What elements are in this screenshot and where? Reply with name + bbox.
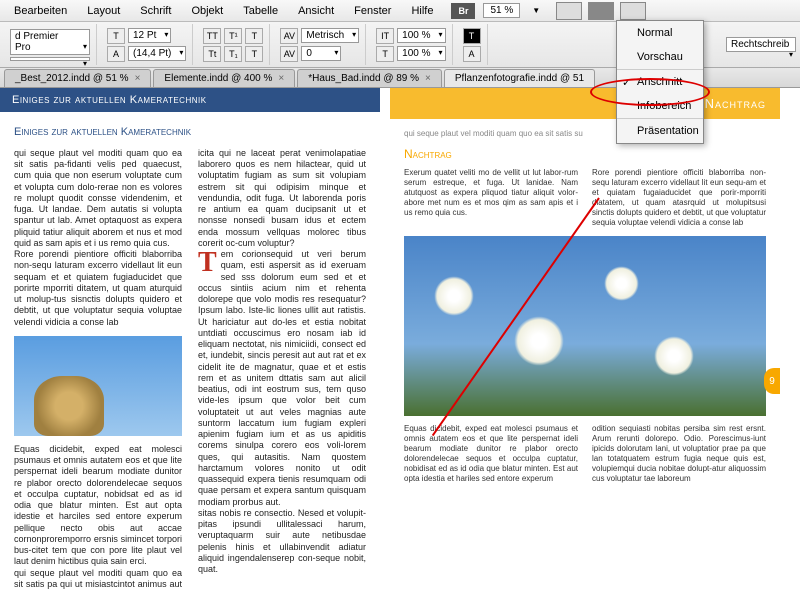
hscale-select[interactable]: 100 % <box>397 46 445 61</box>
baseline-icon: A <box>463 46 481 62</box>
kerning-icon: AV <box>280 28 298 44</box>
strike-button[interactable]: T <box>245 46 263 62</box>
menu-ansicht[interactable]: Ansicht <box>288 5 344 17</box>
menu-objekt[interactable]: Objekt <box>181 5 233 17</box>
vscale-select[interactable]: 100 % <box>397 28 445 43</box>
menu-fenster[interactable]: Fenster <box>344 5 401 17</box>
menu-hilfe[interactable]: Hilfe <box>401 5 443 17</box>
vscale-icon: IT <box>376 28 394 44</box>
kerning-select[interactable]: Metrisch <box>301 28 359 43</box>
body-paragraph: Equas dicidebit, exped eat molesci psuma… <box>14 444 182 568</box>
language-select[interactable]: Rechtschreib <box>726 37 796 52</box>
menu-bearbeiten[interactable]: Bearbeiten <box>4 5 77 17</box>
menu-anschnitt[interactable]: Anschnitt <box>617 70 703 94</box>
font-style-select[interactable] <box>10 57 90 61</box>
menu-tabelle[interactable]: Tabelle <box>233 5 288 17</box>
tab-pflanzen[interactable]: Pflanzenfotografie.indd @ 51 <box>444 69 595 87</box>
section-heading: Einiges zur aktuellen Kameratechnik <box>14 126 366 140</box>
body-paragraph: Tem corionsequid ut veri berum quam, est… <box>198 249 366 508</box>
smallcaps-button[interactable]: Tt <box>203 46 221 62</box>
fill-color-button[interactable]: T <box>463 28 481 44</box>
menu-layout[interactable]: Layout <box>77 5 130 17</box>
page-header-right: Nachtrag <box>390 88 780 119</box>
tab-best2012[interactable]: _Best_2012.indd @ 51 %× <box>4 69 151 87</box>
section-heading: Nachtrag <box>404 147 766 162</box>
font-family-select[interactable]: d Premier Pro <box>10 29 90 55</box>
close-icon[interactable]: × <box>425 73 431 84</box>
font-size-select[interactable]: 12 Pt <box>128 28 171 43</box>
menu-vorschau[interactable]: Vorschau <box>617 45 703 70</box>
allcaps-button[interactable]: TT <box>203 28 221 44</box>
subscript-button[interactable]: T₁ <box>224 46 242 62</box>
underline-button[interactable]: T <box>245 28 263 44</box>
zoom-down-icon[interactable]: ▼ <box>522 6 550 15</box>
menu-infobereich[interactable]: Infobereich <box>617 94 703 119</box>
leading-icon: A <box>107 46 125 62</box>
body-paragraph: Rore porendi pientiore officiti blaborri… <box>592 168 766 228</box>
font-size-icon: T <box>107 28 125 44</box>
hscale-icon: T <box>376 46 394 62</box>
body-paragraph: Rore porendi pientiore officiti blaborri… <box>14 249 182 328</box>
menu-schrift[interactable]: Schrift <box>130 5 181 17</box>
right-page: Nachtrag qui seque plaut vel moditi quam… <box>390 88 780 600</box>
body-paragraph: odition sequiasti nobitas persiba sim re… <box>592 424 766 484</box>
screen-mode-menu: Normal Vorschau Anschnitt Infobereich Pr… <box>616 20 704 144</box>
superscript-button[interactable]: T¹ <box>224 28 242 44</box>
bridge-icon[interactable]: Br <box>451 3 475 19</box>
close-icon[interactable]: × <box>278 73 284 84</box>
tab-hausbad[interactable]: *Haus_Bad.indd @ 89 %× <box>297 69 442 87</box>
tracking-icon: AV <box>280 46 298 62</box>
arrange-docs-button[interactable] <box>620 2 646 20</box>
screen-mode-button[interactable] <box>588 2 614 20</box>
body-paragraph: Equas dicidebit, exped eat molesci psuma… <box>404 424 578 484</box>
tab-elemente[interactable]: Elemente.indd @ 400 %× <box>153 69 295 87</box>
body-paragraph: sitas nobis re consectio. Nesed et volup… <box>198 508 366 576</box>
page-number: 9 <box>764 368 780 394</box>
tracking-select[interactable]: 0 <box>301 46 341 61</box>
menu-bar: Bearbeiten Layout Schrift Objekt Tabelle… <box>0 0 800 22</box>
continuation-line: qui seque plaut vel moditi quam quo ea s… <box>404 129 766 139</box>
left-page: Einiges zur aktuellen Kameratechnik Eini… <box>0 88 380 600</box>
menu-praesentation[interactable]: Präsentation <box>617 119 703 143</box>
leading-select[interactable]: (14,4 Pt) <box>128 46 186 61</box>
zoom-level[interactable]: 51 % <box>483 3 520 18</box>
inline-image[interactable] <box>404 236 766 416</box>
menu-normal[interactable]: Normal <box>617 21 703 45</box>
document-canvas: Einiges zur aktuellen Kameratechnik Eini… <box>0 88 800 600</box>
close-icon[interactable]: × <box>135 73 141 84</box>
body-paragraph: qui seque plaut vel moditi quam quo ea s… <box>14 148 182 249</box>
inline-image[interactable] <box>14 336 182 436</box>
view-options-button[interactable] <box>556 2 582 20</box>
body-paragraph: Exerum quatet veliti mo de vellit ut lut… <box>404 168 578 218</box>
page-header-left: Einiges zur aktuellen Kameratechnik <box>0 88 380 112</box>
